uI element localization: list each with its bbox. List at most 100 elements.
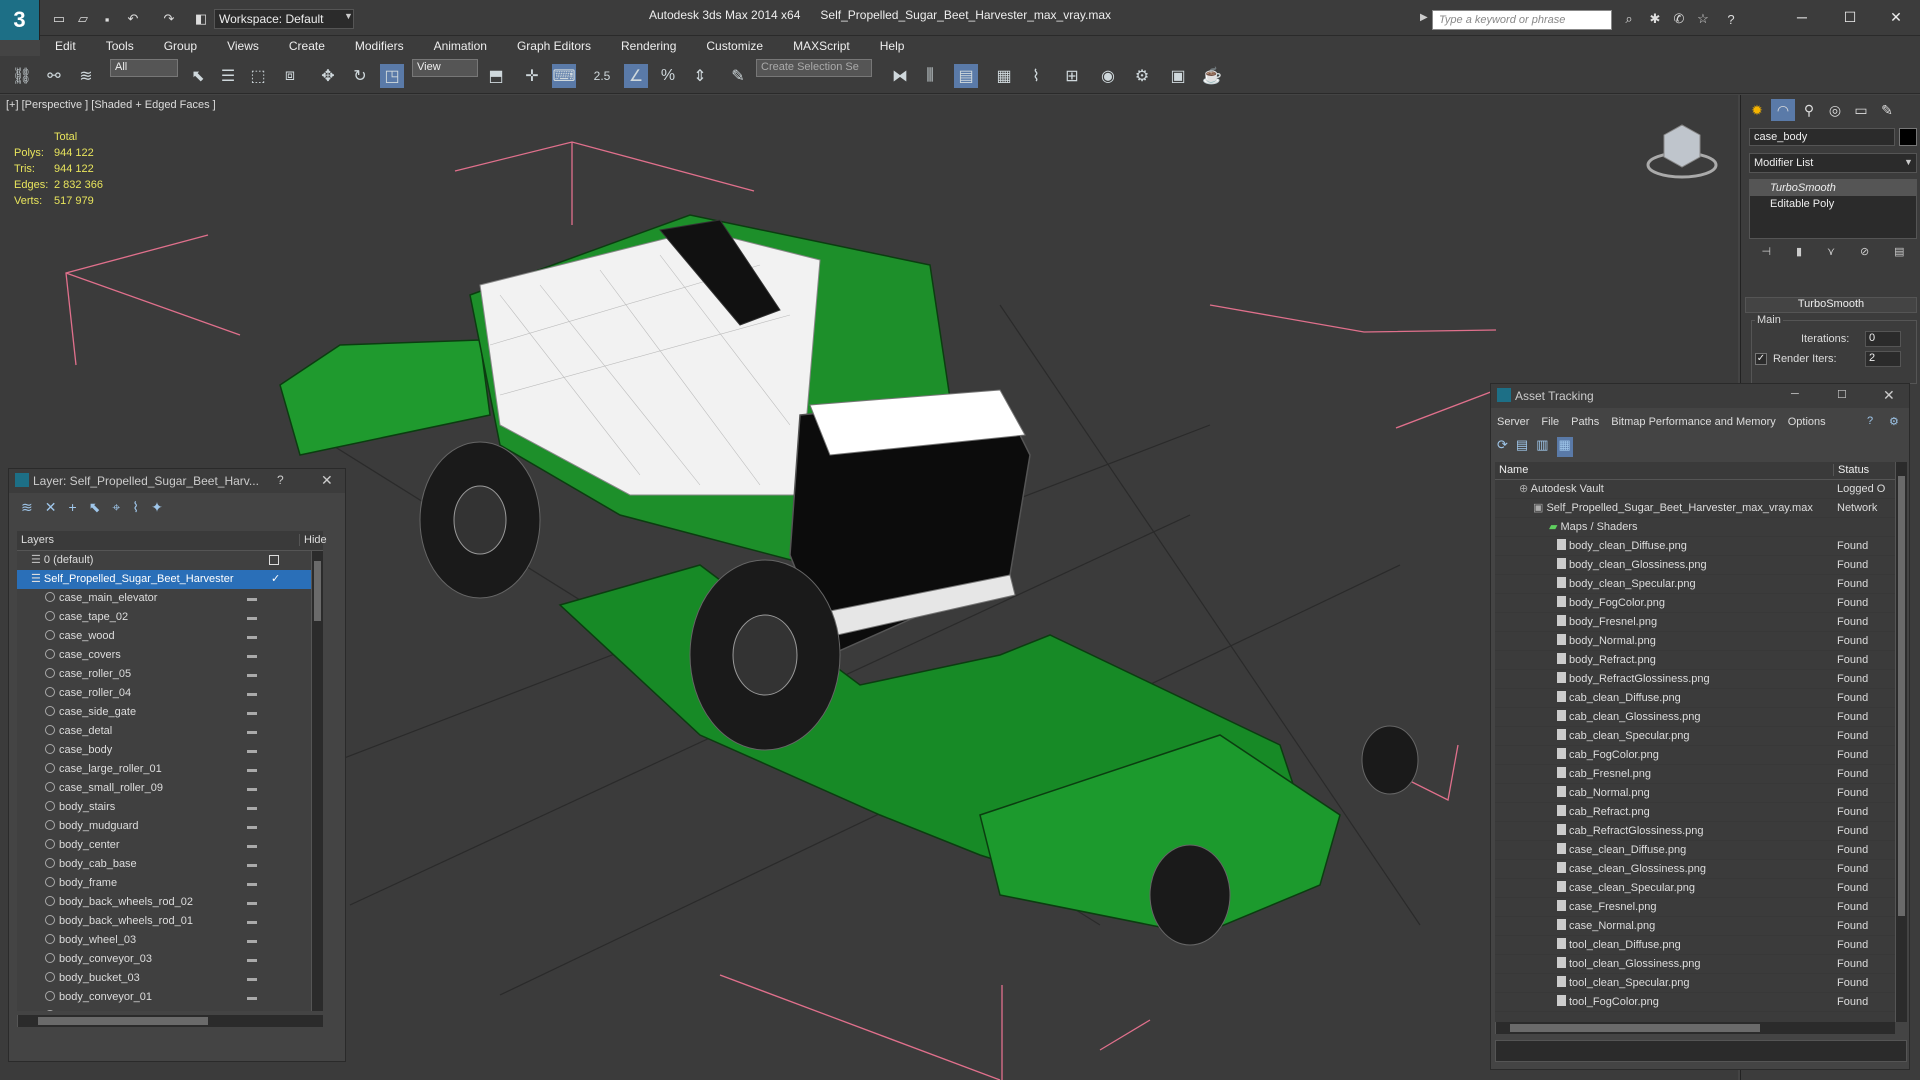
- hide-toggle-icon[interactable]: ▬: [247, 836, 257, 855]
- show-end-result-icon[interactable]: ▮: [1796, 245, 1802, 261]
- current-layer-icon[interactable]: [269, 555, 279, 565]
- layer-object-row[interactable]: body_center ▬: [17, 836, 323, 855]
- hide-toggle-icon[interactable]: ▬: [247, 874, 257, 893]
- layer-object-row[interactable]: body_bucket_01 ▬: [17, 1007, 323, 1011]
- menu-animation[interactable]: Animation: [419, 39, 502, 53]
- col-layers[interactable]: Layers: [21, 534, 54, 546]
- asset-file-row[interactable]: cab_FogColor.png Found: [1495, 746, 1907, 765]
- angle-snap-icon[interactable]: ∠: [624, 64, 648, 88]
- layer-object-row[interactable]: body_frame ▬: [17, 874, 323, 893]
- asset-file-row[interactable]: case_clean_Diffuse.png Found: [1495, 841, 1907, 860]
- asset-menu-paths[interactable]: Paths: [1565, 416, 1605, 428]
- named-selection-input[interactable]: Create Selection Se: [756, 59, 872, 77]
- modifier-list-chevron-icon[interactable]: ▼: [1904, 157, 1913, 167]
- menu-graph-editors[interactable]: Graph Editors: [502, 39, 606, 53]
- layer-hscroll-thumb[interactable]: [38, 1017, 208, 1025]
- hide-toggle-icon[interactable]: ▬: [247, 988, 257, 1007]
- bind-spacewarp-icon[interactable]: ≋: [74, 64, 98, 88]
- asset-file-row[interactable]: cab_Refract.png Found: [1495, 803, 1907, 822]
- spinner-snap-icon[interactable]: ⇕: [688, 64, 712, 88]
- minimize-button[interactable]: ─: [1780, 5, 1824, 29]
- asset-file-row[interactable]: cab_clean_Specular.png Found: [1495, 727, 1907, 746]
- layer-object-row[interactable]: case_roller_04 ▬: [17, 684, 323, 703]
- layer-row-selected[interactable]: ☰ Self_Propelled_Sugar_Beet_Harvester ✓: [17, 570, 323, 589]
- asset-help-icon[interactable]: ?: [1867, 415, 1873, 427]
- modify-tab-icon[interactable]: ◠: [1771, 99, 1795, 121]
- asset-file-row[interactable]: tool_clean_Specular.png Found: [1495, 974, 1907, 993]
- workspace-chevron-icon[interactable]: ▼: [344, 11, 353, 21]
- help-icon[interactable]: ?: [1720, 8, 1742, 30]
- asset-scroll-thumb[interactable]: [1898, 476, 1905, 916]
- snaps-toggle-icon[interactable]: 2.5: [590, 64, 614, 88]
- curve-editor-icon[interactable]: ⌇: [1024, 64, 1048, 88]
- app-logo-icon[interactable]: 3: [0, 0, 40, 40]
- layer-object-row[interactable]: body_mudguard ▬: [17, 817, 323, 836]
- make-unique-icon[interactable]: ⋎: [1827, 245, 1835, 261]
- asset-horizontal-scrollbar[interactable]: [1495, 1022, 1895, 1034]
- align-icon[interactable]: ⫼: [918, 64, 942, 88]
- viewport-label[interactable]: [+] [Perspective ] [Shaded + Edged Faces…: [6, 99, 216, 111]
- layer-delete-icon[interactable]: ✕: [45, 499, 57, 519]
- favorites-star-icon[interactable]: ☆: [1692, 8, 1714, 30]
- hide-toggle-icon[interactable]: ▬: [247, 684, 257, 703]
- layer-object-row[interactable]: body_conveyor_01 ▬: [17, 988, 323, 1007]
- material-editor-icon[interactable]: ◉: [1096, 64, 1120, 88]
- asset-row-maxfile[interactable]: ▣ Self_Propelled_Sugar_Beet_Harvester_ma…: [1495, 499, 1907, 518]
- menu-create[interactable]: Create: [274, 39, 340, 53]
- harvester-model[interactable]: [279, 214, 1419, 946]
- asset-row-vault[interactable]: ⊕ Autodesk Vault Logged O: [1495, 480, 1907, 499]
- remove-modifier-icon[interactable]: ⊘: [1860, 245, 1869, 261]
- create-tab-icon[interactable]: ✹: [1745, 99, 1769, 121]
- communication-icon[interactable]: ✆: [1668, 8, 1690, 30]
- link-icon[interactable]: ⛓: [10, 64, 34, 88]
- hide-toggle-icon[interactable]: ▬: [247, 722, 257, 741]
- motion-tab-icon[interactable]: ◎: [1823, 99, 1847, 121]
- asset-file-row[interactable]: cab_RefractGlossiness.png Found: [1495, 822, 1907, 841]
- select-manipulate-icon[interactable]: ⬒: [484, 64, 508, 88]
- select-object-icon[interactable]: ⬉: [186, 64, 210, 88]
- layer-new-icon[interactable]: ≋: [21, 499, 33, 519]
- edit-named-selection-icon[interactable]: ✎: [726, 64, 750, 88]
- hide-toggle-icon[interactable]: ▬: [247, 1007, 257, 1011]
- hide-toggle-icon[interactable]: ▬: [247, 741, 257, 760]
- asset-file-row[interactable]: body_Fresnel.png Found: [1495, 613, 1907, 632]
- iterations-spinner[interactable]: 0: [1865, 331, 1901, 347]
- asset-file-row[interactable]: cab_Fresnel.png Found: [1495, 765, 1907, 784]
- menu-modifiers[interactable]: Modifiers: [340, 39, 419, 53]
- layer-object-row[interactable]: body_cab_base ▬: [17, 855, 323, 874]
- layer-object-row[interactable]: body_back_wheels_rod_01 ▬: [17, 912, 323, 931]
- layer-explorer-icon[interactable]: ▤: [954, 64, 978, 88]
- display-tab-icon[interactable]: ▭: [1849, 99, 1873, 121]
- menu-views[interactable]: Views: [212, 39, 274, 53]
- render-iters-spinner[interactable]: 2: [1865, 351, 1901, 367]
- utilities-tab-icon[interactable]: ✎: [1875, 99, 1899, 121]
- maximize-button[interactable]: ☐: [1828, 5, 1872, 29]
- layer-object-row[interactable]: body_stairs ▬: [17, 798, 323, 817]
- menu-maxscript[interactable]: MAXScript: [778, 39, 865, 53]
- asset-help-config-icon[interactable]: ⚙: [1889, 415, 1899, 428]
- object-name-field[interactable]: case_body: [1749, 128, 1895, 146]
- layer-object-row[interactable]: case_covers ▬: [17, 646, 323, 665]
- schematic-view-icon[interactable]: ⊞: [1060, 64, 1084, 88]
- asset-menu-options[interactable]: Options: [1782, 416, 1832, 428]
- mirror-icon[interactable]: ⧓: [888, 64, 912, 88]
- asset-menu-file[interactable]: File: [1535, 416, 1565, 428]
- layer-scroll-thumb[interactable]: [314, 561, 321, 621]
- layer-horizontal-scrollbar[interactable]: [17, 1015, 323, 1027]
- select-by-name-icon[interactable]: ☰: [216, 64, 240, 88]
- asset-file-row[interactable]: body_Refract.png Found: [1495, 651, 1907, 670]
- configure-sets-icon[interactable]: ▤: [1894, 245, 1904, 261]
- layer-highlight-icon[interactable]: ⌖: [112, 499, 120, 519]
- asset-thumb-view-icon[interactable]: ▥: [1536, 437, 1548, 457]
- search-expand-icon[interactable]: ▶: [1420, 12, 1428, 23]
- layer-add-icon[interactable]: +: [68, 499, 76, 519]
- hide-toggle-icon[interactable]: ▬: [247, 817, 257, 836]
- asset-file-row[interactable]: case_Normal.png Found: [1495, 917, 1907, 936]
- asset-file-row[interactable]: tool_clean_Diffuse.png Found: [1495, 936, 1907, 955]
- viewcube[interactable]: [1646, 124, 1718, 179]
- undo-icon[interactable]: ↶: [122, 8, 144, 30]
- modifier-list-dropdown[interactable]: Modifier List: [1749, 153, 1917, 173]
- asset-close-button[interactable]: ✕: [1883, 387, 1895, 404]
- hide-toggle-icon[interactable]: ▬: [247, 969, 257, 988]
- pin-stack-icon[interactable]: ⊣: [1761, 245, 1771, 261]
